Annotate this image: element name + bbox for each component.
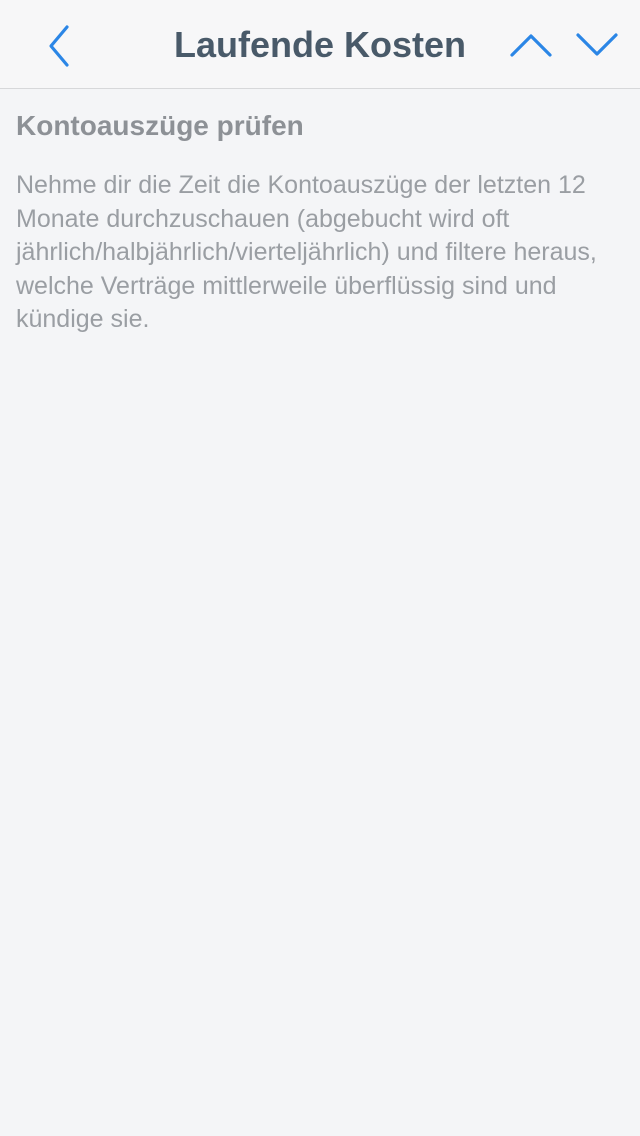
navigation-bar: Laufende Kosten: [0, 0, 640, 89]
back-button[interactable]: [30, 18, 90, 74]
next-item-button[interactable]: [570, 20, 624, 70]
article-body: Nehme dir die Zeit die Kontoauszüge der …: [16, 171, 597, 333]
chevron-left-icon: [49, 25, 69, 67]
previous-item-button[interactable]: [504, 20, 558, 70]
chevron-down-icon: [576, 33, 618, 56]
chevron-up-icon: [510, 34, 552, 57]
article-title: Kontoauszüge prüfen: [16, 110, 304, 141]
page-title: Laufende Kosten: [173, 24, 467, 65]
article-content: Kontoauszüge prüfen Nehme dir die Zeit d…: [16, 104, 616, 337]
